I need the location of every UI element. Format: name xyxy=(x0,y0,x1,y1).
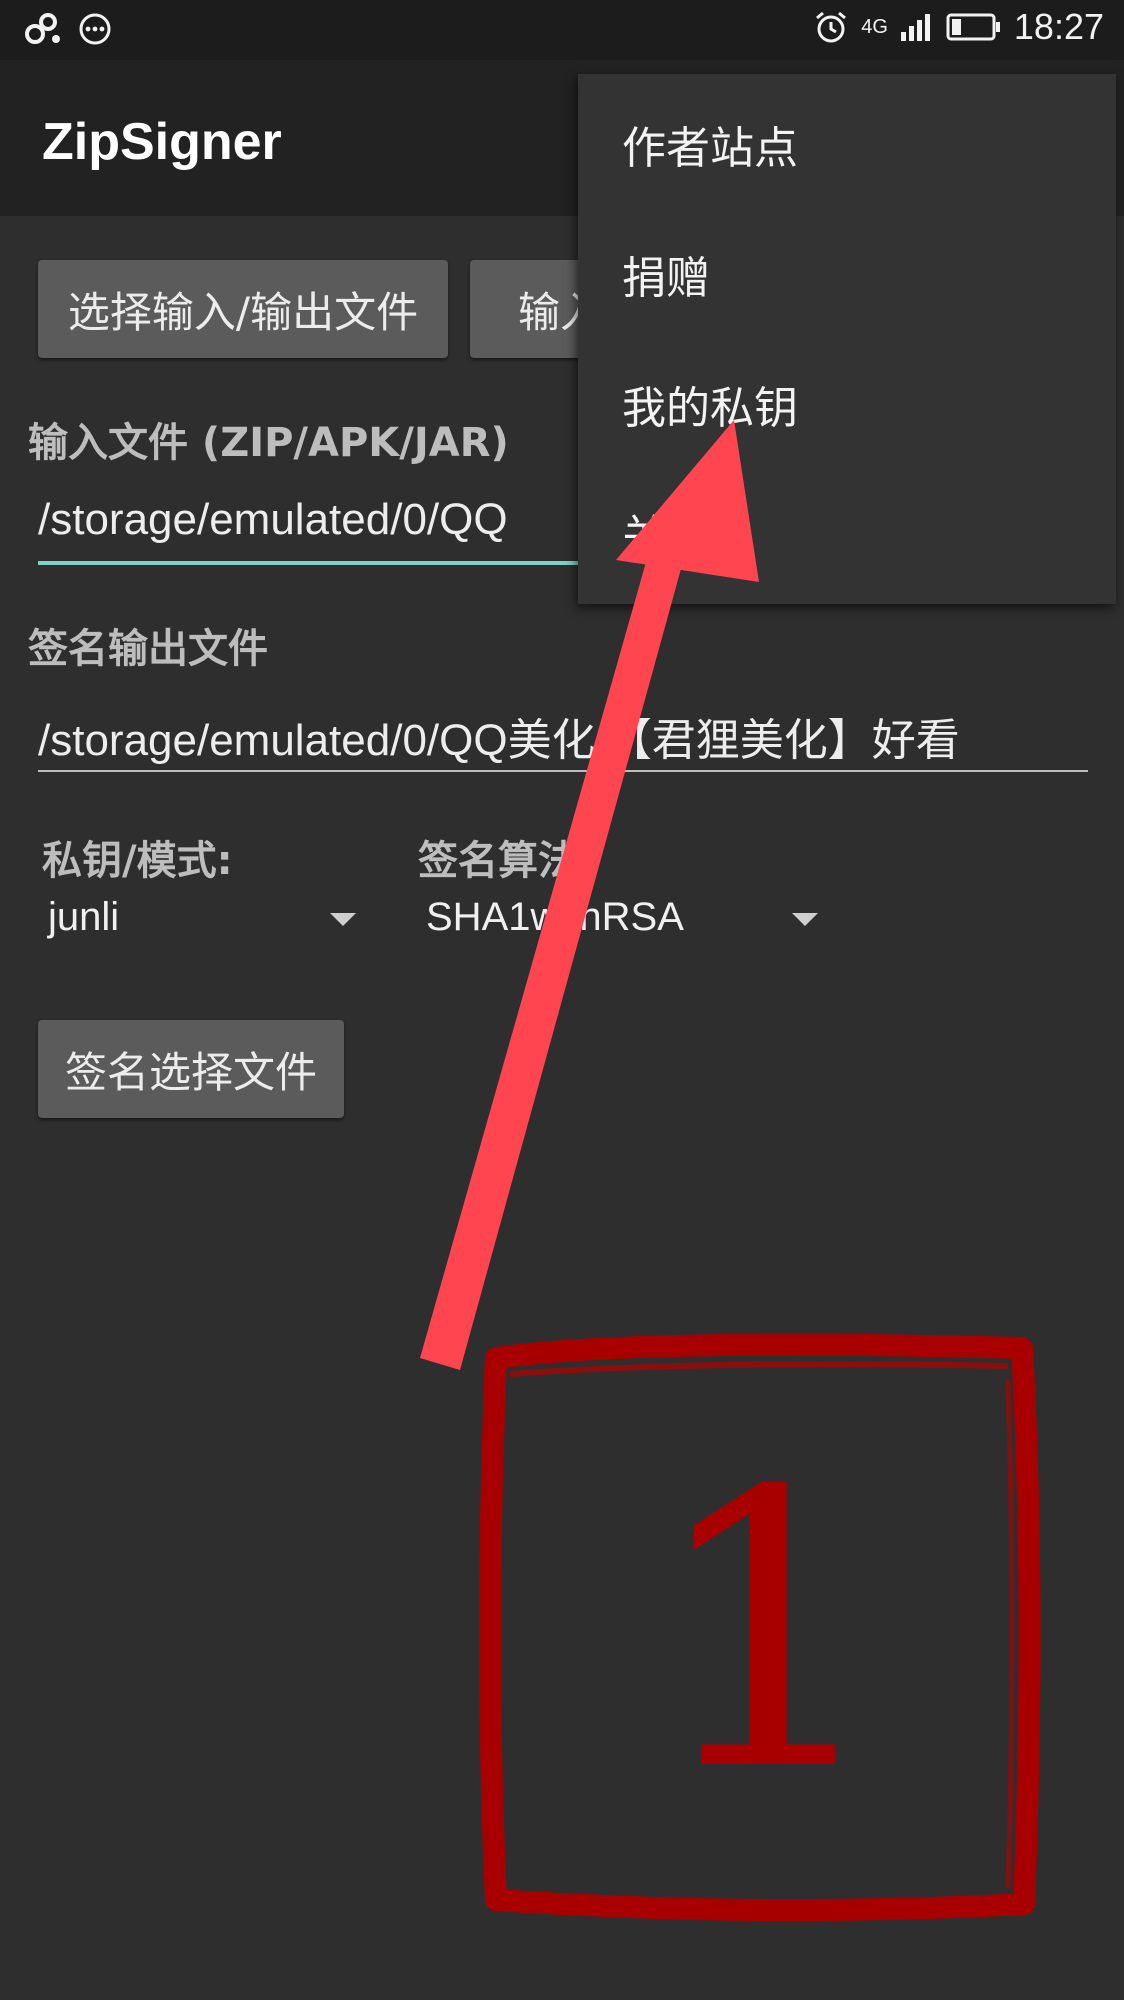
network-type: 4G xyxy=(861,15,888,38)
menu-item-about[interactable]: 关于 xyxy=(622,500,710,564)
sign-select-file-button[interactable]: 签名选择文件 xyxy=(38,1020,344,1118)
input-file-field[interactable]: /storage/emulated/0/QQ xyxy=(38,495,578,565)
select-input-output-button[interactable]: 选择输入/输出文件 xyxy=(38,260,448,358)
dropdown-arrow-icon xyxy=(330,913,356,926)
signature-algorithm-label: 签名算法 xyxy=(418,838,578,884)
alarm-icon xyxy=(816,11,847,43)
status-bar: 4G 18:27 xyxy=(0,0,1124,60)
menu-item-my-keys[interactable]: 我的私钥 xyxy=(622,372,798,436)
output-file-label: 签名输出文件 xyxy=(28,626,268,672)
step-stamp: 1 xyxy=(479,1333,1041,1922)
status-left xyxy=(24,10,112,48)
link-icon xyxy=(25,13,60,44)
key-mode-label: 私钥/模式: xyxy=(42,838,233,884)
message-icon xyxy=(79,13,111,45)
signal-icon xyxy=(900,14,930,41)
battery-icon xyxy=(946,13,1000,41)
menu-item-author-site[interactable]: 作者站点 xyxy=(622,112,798,176)
dropdown-arrow-icon xyxy=(792,913,818,926)
status-right: 4G 18:27 xyxy=(813,6,1104,48)
clock: 18:27 xyxy=(1013,6,1104,47)
step-number: 1 xyxy=(647,1411,889,1854)
input-file-label: 输入文件 (ZIP/APK/JAR) xyxy=(28,420,509,466)
signature-algorithm-value: SHA1withRSA xyxy=(426,895,684,939)
app-title: ZipSigner xyxy=(42,113,282,171)
signature-algorithm-spinner[interactable]: SHA1withRSA xyxy=(426,895,826,955)
key-mode-spinner[interactable]: junli xyxy=(48,895,368,955)
output-button[interactable]: 输入 xyxy=(470,260,590,358)
output-file-field[interactable]: /storage/emulated/0/QQ美化/【君狸美化】好看 xyxy=(38,704,1088,772)
key-mode-value: junli xyxy=(48,895,120,939)
overflow-menu: 作者站点 捐赠 我的私钥 关于 xyxy=(578,74,1116,604)
menu-item-donate[interactable]: 捐赠 xyxy=(622,242,710,306)
